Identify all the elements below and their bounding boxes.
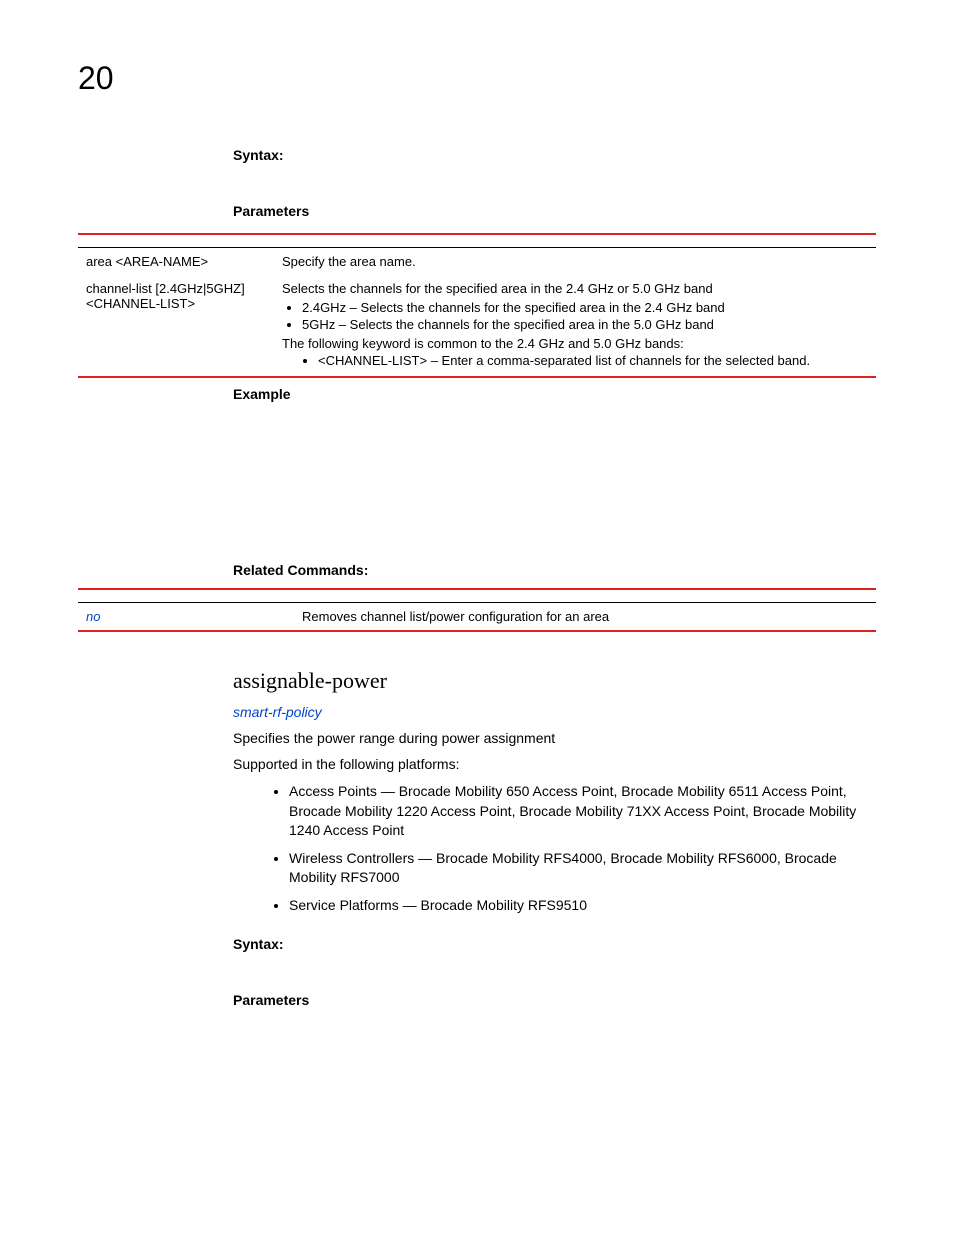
list-item: Service Platforms — Brocade Mobility RFS…: [289, 896, 876, 916]
param-desc: Selects the channels for the specified a…: [274, 275, 876, 377]
list-item: 5GHz – Selects the channels for the spec…: [302, 317, 868, 332]
table-row: area <AREA-NAME> Specify the area name.: [78, 248, 876, 276]
param-desc-text: Selects the channels for the specified a…: [282, 281, 868, 296]
chapter-number: 20: [78, 60, 876, 97]
list-item: Access Points — Brocade Mobility 650 Acc…: [289, 782, 876, 841]
related-command-desc: Removes channel list/power configuration…: [294, 603, 876, 632]
param-name: area <AREA-NAME>: [78, 248, 274, 276]
param-desc: Specify the area name.: [274, 248, 876, 276]
syntax-label: Syntax:: [233, 936, 876, 952]
command-heading: assignable-power: [233, 668, 876, 694]
param-name-line: <CHANNEL-LIST>: [86, 296, 266, 311]
param-name: channel-list [2.4GHz|5GHZ] <CHANNEL-LIST…: [78, 275, 274, 377]
table-row: channel-list [2.4GHz|5GHZ] <CHANNEL-LIST…: [78, 275, 876, 377]
example-label: Example: [233, 386, 876, 402]
param-name-line: channel-list [2.4GHz|5GHZ]: [86, 281, 266, 296]
supported-platforms-label: Supported in the following platforms:: [233, 756, 876, 772]
list-item: Wireless Controllers — Brocade Mobility …: [289, 849, 876, 888]
command-description: Specifies the power range during power a…: [233, 730, 876, 746]
context-link[interactable]: smart-rf-policy: [233, 704, 322, 720]
parameters-table: area <AREA-NAME> Specify the area name. …: [78, 233, 876, 378]
related-commands-label: Related Commands:: [233, 562, 876, 578]
list-item: <CHANNEL-LIST> – Enter a comma-separated…: [318, 353, 868, 368]
param-desc-text: The following keyword is common to the 2…: [282, 336, 868, 351]
related-commands-table: no Removes channel list/power configurat…: [78, 588, 876, 632]
parameters-label: Parameters: [233, 992, 876, 1008]
list-item: 2.4GHz – Selects the channels for the sp…: [302, 300, 868, 315]
related-command-link[interactable]: no: [86, 609, 100, 624]
syntax-label: Syntax:: [233, 147, 876, 163]
table-row: no Removes channel list/power configurat…: [78, 603, 876, 632]
parameters-label: Parameters: [233, 203, 876, 219]
